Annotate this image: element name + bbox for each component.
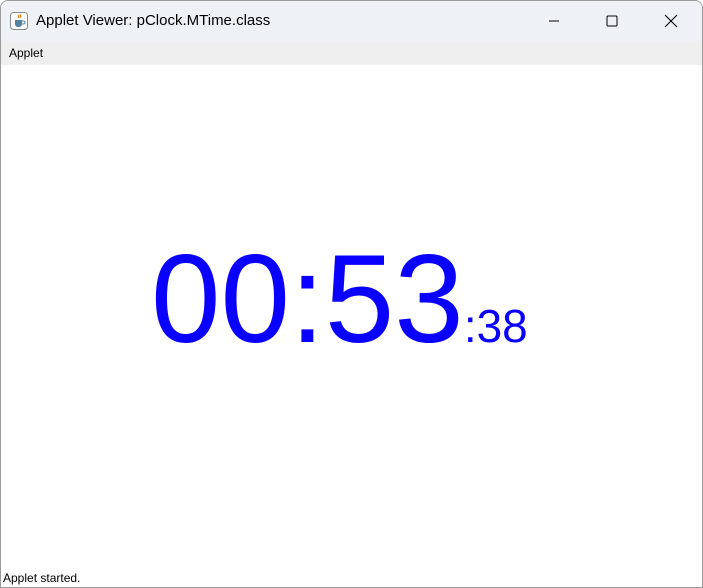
close-icon	[664, 14, 678, 28]
java-cup-icon	[10, 12, 28, 30]
maximize-button[interactable]	[583, 1, 641, 41]
title-bar[interactable]: Applet Viewer: pClock.MTime.class	[1, 1, 702, 41]
minimize-button[interactable]	[525, 1, 583, 41]
menu-bar: Applet	[1, 41, 702, 65]
applet-content-area: 00:53:38	[1, 65, 702, 567]
maximize-icon	[606, 15, 618, 27]
minimize-icon	[548, 15, 560, 27]
menu-applet[interactable]: Applet	[9, 46, 43, 60]
applet-viewer-window: Applet Viewer: pClock.MTime.class Applet…	[0, 0, 703, 588]
close-button[interactable]	[642, 1, 700, 41]
clock-seconds: :38	[463, 300, 528, 352]
window-title: Applet Viewer: pClock.MTime.class	[36, 12, 271, 29]
digital-clock: 00:53:38	[151, 237, 528, 362]
clock-hours-minutes: 00:53	[151, 230, 464, 369]
status-bar: Applet started.	[1, 567, 702, 587]
status-text: Applet started.	[3, 571, 81, 585]
